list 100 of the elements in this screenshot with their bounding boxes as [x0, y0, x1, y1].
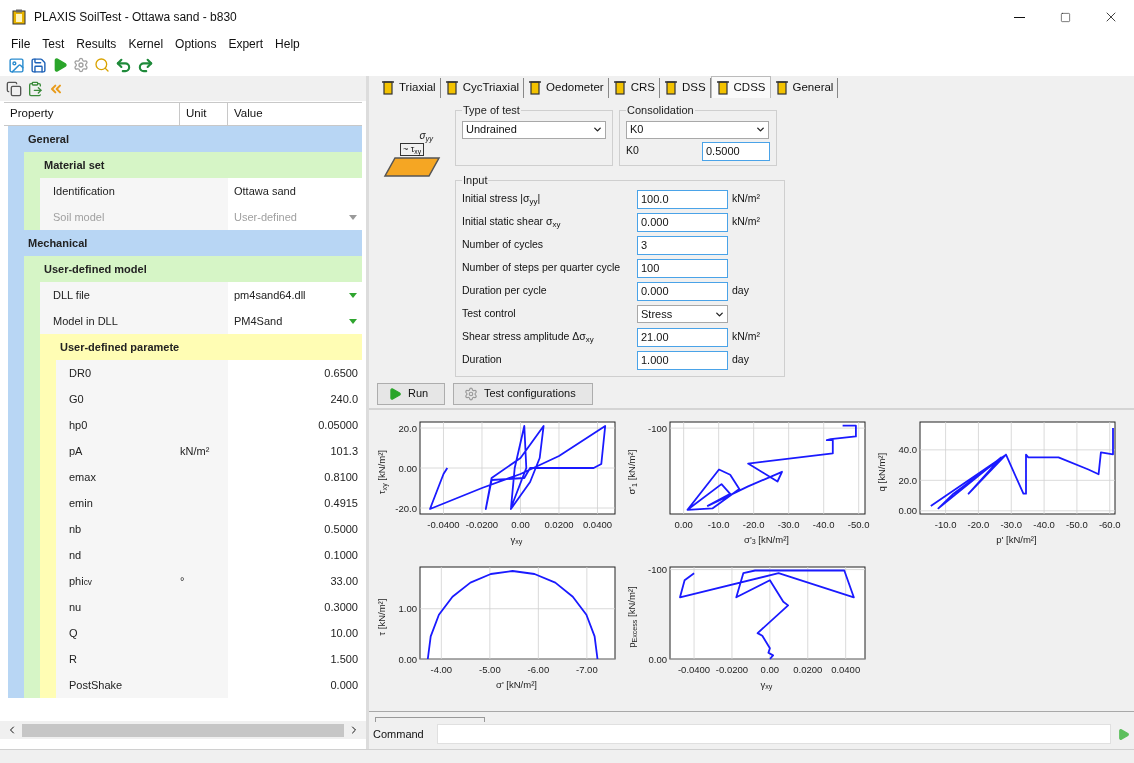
indent-stripe: [40, 672, 56, 698]
unit-label: kN/m²: [732, 214, 760, 230]
tick-label: 0.0200: [544, 518, 574, 530]
tick-label: -0.0400: [677, 663, 711, 675]
cylinder-icon: [381, 81, 395, 95]
scrollbar-thumb[interactable]: [22, 723, 344, 737]
search-icon[interactable]: [94, 57, 110, 73]
indent-stripe: [24, 204, 40, 230]
menu-item[interactable]: Help: [270, 35, 305, 53]
tick-label: 0.00: [398, 462, 417, 473]
axis-title: σ'$_{3}$ [kN/m²]: [744, 532, 789, 547]
configurations-button[interactable]: Test configurations: [453, 382, 593, 405]
unit-cell-text: kN/m²: [180, 443, 211, 459]
tick-label: -50.0: [1066, 518, 1088, 530]
tick-label: -6.00: [527, 663, 550, 675]
input-field[interactable]: 1.000: [637, 350, 728, 370]
menu-item[interactable]: Results: [71, 35, 122, 53]
run-button[interactable]: Run: [377, 382, 445, 405]
tick-label: -30.0: [777, 518, 800, 530]
tick-label: -0.0200: [465, 518, 499, 530]
indent-stripe: [8, 672, 24, 698]
indent-stripe: [24, 672, 40, 698]
property-cell-text: nd: [68, 547, 83, 563]
redo-icon[interactable]: [137, 56, 154, 74]
gear-icon: [464, 386, 478, 401]
dropdown[interactable]: Stress: [637, 305, 728, 323]
command-field[interactable]: [437, 724, 1111, 744]
group-header[interactable]: User-defined paramete: [40, 334, 362, 360]
axis-title: q [kN/m²]: [874, 453, 888, 492]
property-cell-text: nu: [68, 599, 83, 615]
field-label: Duration per cycle: [462, 283, 548, 299]
tick-label: -60.0: [1098, 518, 1121, 530]
cylinder-icon: [663, 81, 678, 95]
tick-label: -0.0400: [427, 518, 460, 530]
tick-label: 0.00: [648, 653, 667, 664]
tick-label: -10.0: [934, 518, 957, 530]
tick-label: 20.0: [898, 474, 917, 486]
tab[interactable]: CDSS: [710, 76, 771, 98]
property-cell-text: Model in DLL: [52, 313, 119, 329]
menu-item[interactable]: Expert: [223, 35, 269, 53]
input-field[interactable]: 3: [637, 235, 728, 255]
column-header[interactable]: Property: [4, 103, 180, 125]
paste-icon[interactable]: [27, 80, 43, 97]
property-cell-text: nb: [68, 521, 83, 537]
group-title: Input: [462, 173, 489, 188]
play-icon: [388, 386, 402, 401]
tick-label: -30.0: [1000, 518, 1023, 530]
play-icon[interactable]: [52, 57, 68, 73]
column-header[interactable]: Value: [228, 103, 362, 125]
specimen-label: σ$_{yy}$: [419, 129, 433, 143]
column-header[interactable]: Unit: [180, 103, 228, 125]
property-cell-text: DLL file: [52, 287, 91, 303]
save-icon[interactable]: [30, 56, 47, 74]
field-label: Initial stress |σ$_{yy}$|: [462, 191, 542, 207]
menu-item[interactable]: File: [6, 35, 36, 53]
input-field[interactable]: 0.000: [637, 212, 728, 232]
input-field[interactable]: 0.5000: [702, 141, 770, 161]
tick-label: -20.0: [967, 518, 990, 530]
cylinder-icon: [444, 81, 459, 95]
specimen-label: ~ τ$_{xy}$: [399, 143, 425, 156]
tick-label: 0.0400: [582, 518, 612, 530]
property-cell-text: DR0: [68, 365, 92, 381]
tick-label: -10.0: [707, 518, 730, 530]
dropdown[interactable]: Undrained: [462, 120, 606, 139]
field-label: Duration: [462, 352, 503, 368]
input-field[interactable]: 0.000: [637, 281, 728, 301]
tick-label: 1.00: [398, 602, 417, 614]
tick-label: 0.00: [511, 518, 530, 530]
unit-label: day: [732, 283, 749, 299]
cylinder-icon: [528, 81, 543, 95]
play-icon[interactable]: [1117, 727, 1130, 741]
field-label: Number of steps per quarter cycle: [462, 260, 622, 276]
input-field[interactable]: 100.0: [637, 189, 728, 209]
tick-label: -0.0200: [715, 663, 749, 675]
menu-item[interactable]: Kernel: [123, 35, 169, 53]
tick-label: -20.0: [742, 518, 765, 530]
unit-label: day: [732, 352, 749, 368]
field-label: Test control: [462, 306, 517, 322]
clipboard-icon: [12, 9, 26, 25]
caret-icon: [755, 124, 766, 135]
group-header[interactable]: General: [8, 126, 362, 152]
menu-item[interactable]: Test: [37, 35, 70, 53]
axis-title: γ$_{xy}$: [760, 677, 773, 692]
dropdown[interactable]: K0: [626, 120, 769, 139]
group-header[interactable]: User-defined model: [24, 256, 362, 282]
picture-icon[interactable]: [8, 56, 25, 74]
tick-label: -40.0: [1033, 518, 1055, 530]
field-label: K0: [626, 143, 639, 159]
undo-icon[interactable]: [115, 56, 132, 74]
group-header[interactable]: Material set: [24, 152, 362, 178]
input-field[interactable]: 100: [637, 258, 728, 278]
menu-item[interactable]: Options: [170, 35, 222, 53]
settings-icon[interactable]: [73, 57, 89, 73]
cylinder-icon: [715, 80, 730, 95]
caret-icon: [349, 318, 357, 324]
group-header[interactable]: Mechanical: [8, 230, 362, 256]
input-field[interactable]: 21.00: [637, 327, 728, 347]
copy-icon[interactable]: [6, 80, 22, 97]
group-title: Consolidation: [626, 103, 695, 118]
property-cell-text: emax: [68, 469, 97, 485]
